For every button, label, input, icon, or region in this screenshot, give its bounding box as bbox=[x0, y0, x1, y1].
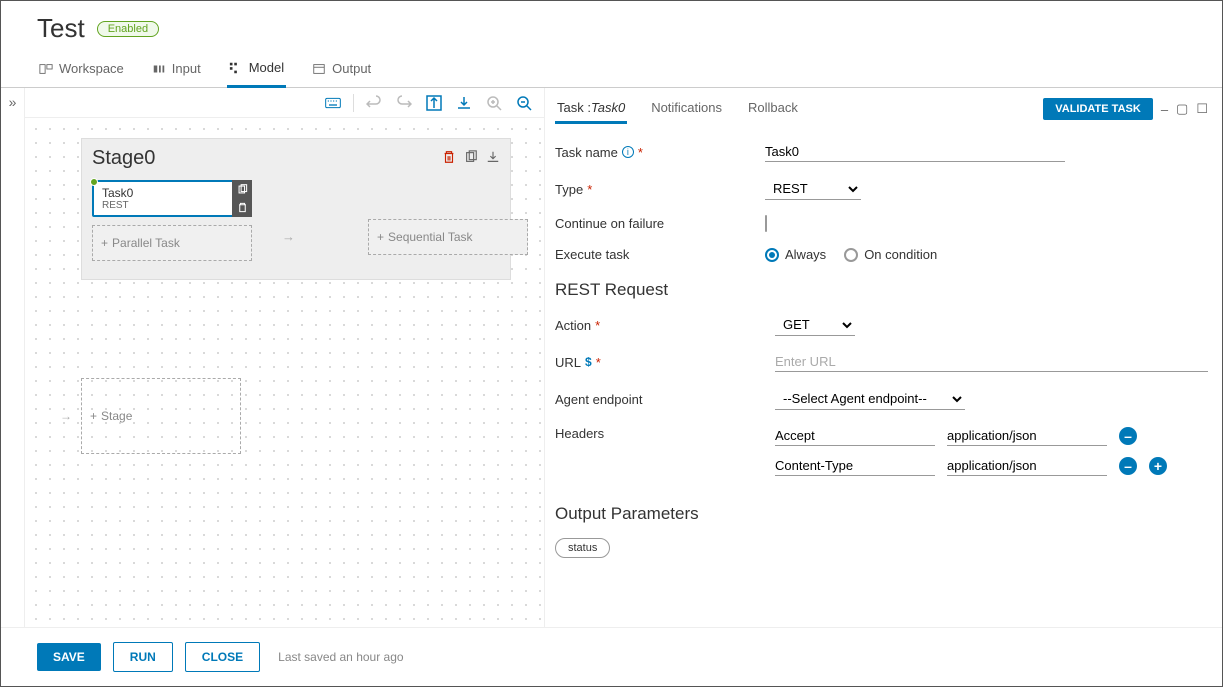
add-parallel-task-button[interactable]: + Parallel Task bbox=[92, 225, 252, 261]
required-icon: * bbox=[638, 145, 643, 160]
continue-checkbox[interactable] bbox=[765, 215, 767, 232]
output-section-header: Output Parameters bbox=[555, 504, 1208, 524]
task-type-label: REST bbox=[94, 200, 250, 215]
execute-always-radio[interactable]: Always bbox=[765, 247, 826, 262]
task-name-label: Task name bbox=[555, 145, 618, 160]
tab-task-name: Task0 bbox=[591, 100, 625, 115]
page-title: Test bbox=[37, 13, 85, 44]
restore-icon[interactable]: ▢ bbox=[1176, 101, 1188, 117]
output-chip[interactable]: status bbox=[555, 538, 610, 558]
save-button[interactable]: SAVE bbox=[37, 643, 101, 671]
stage-title: Stage0 bbox=[92, 147, 155, 170]
remove-header-button[interactable]: – bbox=[1119, 457, 1137, 475]
output-icon bbox=[312, 62, 326, 76]
type-select[interactable]: REST bbox=[765, 178, 861, 200]
rollback-tab[interactable]: Rollback bbox=[746, 94, 800, 124]
execute-label: Execute task bbox=[555, 247, 629, 262]
plus-icon: + bbox=[101, 236, 108, 250]
radio-label: Always bbox=[785, 247, 826, 262]
variable-icon[interactable]: $ bbox=[585, 355, 592, 369]
last-saved-status: Last saved an hour ago bbox=[278, 650, 403, 664]
tab-label: Input bbox=[172, 61, 201, 76]
task-tab[interactable]: Task :Task0 bbox=[555, 94, 627, 124]
copy-task-icon[interactable] bbox=[232, 180, 252, 199]
arrow-right-icon: → bbox=[60, 409, 72, 423]
run-button[interactable]: RUN bbox=[113, 642, 173, 672]
redo-icon[interactable] bbox=[394, 93, 414, 113]
status-badge: Enabled bbox=[97, 21, 159, 37]
tab-prefix: Task : bbox=[557, 100, 591, 115]
keyboard-icon[interactable] bbox=[323, 93, 343, 113]
rest-section-header: REST Request bbox=[555, 280, 1208, 300]
input-icon bbox=[152, 62, 166, 76]
task-status-dot bbox=[90, 178, 98, 186]
url-label: URL bbox=[555, 355, 581, 370]
add-stage-button[interactable]: → + Stage bbox=[81, 378, 241, 454]
placeholder-label: Sequential Task bbox=[388, 230, 473, 244]
notifications-tab[interactable]: Notifications bbox=[649, 94, 724, 124]
task-name: Task0 bbox=[94, 182, 250, 200]
headers-label: Headers bbox=[555, 426, 604, 441]
required-icon: * bbox=[596, 355, 601, 370]
action-select[interactable]: GET bbox=[775, 314, 855, 336]
required-icon: * bbox=[587, 182, 592, 197]
zoom-out-icon[interactable] bbox=[514, 93, 534, 113]
placeholder-label: Stage bbox=[101, 409, 132, 423]
undo-icon[interactable] bbox=[364, 93, 384, 113]
tab-output[interactable]: Output bbox=[310, 52, 373, 87]
sidebar-expand-icon[interactable]: » bbox=[1, 88, 25, 627]
delete-stage-icon[interactable] bbox=[442, 150, 456, 167]
minimize-icon[interactable]: – bbox=[1161, 102, 1168, 117]
plus-icon: + bbox=[377, 230, 384, 244]
continue-label: Continue on failure bbox=[555, 216, 664, 231]
required-icon: * bbox=[595, 318, 600, 333]
tab-label: Model bbox=[249, 60, 284, 75]
radio-dot-icon bbox=[844, 248, 858, 262]
tab-input[interactable]: Input bbox=[150, 52, 203, 87]
workspace-icon bbox=[39, 62, 53, 76]
fit-icon[interactable] bbox=[424, 93, 444, 113]
info-icon[interactable]: i bbox=[622, 146, 634, 158]
header-value-input[interactable] bbox=[947, 426, 1107, 446]
model-icon bbox=[229, 61, 243, 75]
task-card[interactable]: Task0 REST bbox=[92, 180, 252, 217]
header-value-input[interactable] bbox=[947, 456, 1107, 476]
header-key-input[interactable] bbox=[775, 456, 935, 476]
tab-model[interactable]: Model bbox=[227, 52, 286, 88]
url-input[interactable] bbox=[775, 352, 1208, 372]
add-sequential-task-button[interactable]: + Sequential Task bbox=[368, 219, 528, 255]
radio-dot-icon bbox=[765, 248, 779, 262]
validate-task-button[interactable]: VALIDATE TASK bbox=[1043, 98, 1153, 120]
close-button[interactable]: CLOSE bbox=[185, 642, 260, 672]
action-label: Action bbox=[555, 318, 591, 333]
tab-workspace[interactable]: Workspace bbox=[37, 52, 126, 87]
stage-container[interactable]: Stage0 bbox=[81, 138, 511, 280]
tab-label: Output bbox=[332, 61, 371, 76]
task-name-input[interactable] bbox=[765, 142, 1065, 162]
download-icon[interactable] bbox=[454, 93, 474, 113]
remove-header-button[interactable]: – bbox=[1119, 427, 1137, 445]
zoom-in-icon[interactable] bbox=[484, 93, 504, 113]
delete-task-icon[interactable] bbox=[232, 199, 252, 218]
execute-condition-radio[interactable]: On condition bbox=[844, 247, 937, 262]
add-header-button[interactable]: + bbox=[1149, 457, 1167, 475]
copy-stage-icon[interactable] bbox=[464, 150, 478, 167]
agent-endpoint-label: Agent endpoint bbox=[555, 392, 642, 407]
placeholder-label: Parallel Task bbox=[112, 236, 180, 250]
main-tabs: Workspace Input Model Output bbox=[1, 52, 1222, 88]
type-label: Type bbox=[555, 182, 583, 197]
radio-label: On condition bbox=[864, 247, 937, 262]
arrow-right-icon: → bbox=[282, 229, 295, 244]
header-key-input[interactable] bbox=[775, 426, 935, 446]
tab-label: Workspace bbox=[59, 61, 124, 76]
import-stage-icon[interactable] bbox=[486, 150, 500, 167]
agent-endpoint-select[interactable]: --Select Agent endpoint-- bbox=[775, 388, 965, 410]
maximize-icon[interactable]: ☐ bbox=[1196, 101, 1208, 117]
plus-icon: + bbox=[90, 409, 97, 423]
